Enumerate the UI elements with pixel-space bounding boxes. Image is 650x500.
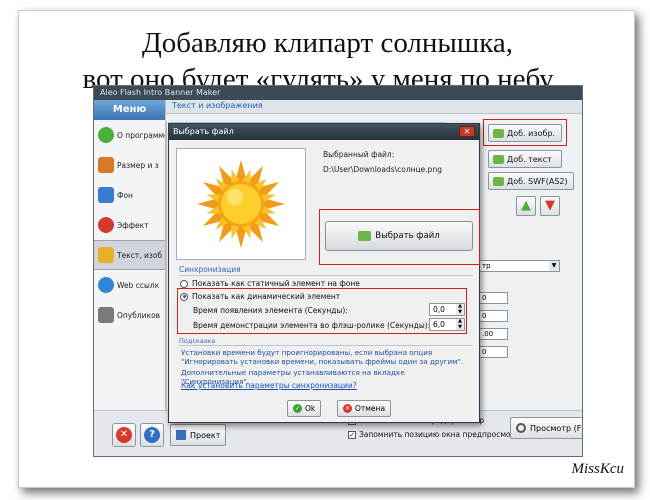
arrow-down-icon: ▼ (545, 198, 555, 213)
number-field-value: 0 (482, 294, 487, 302)
app-titlebar: Aleo Flash Intro Banner Maker (94, 86, 582, 100)
sidebar-item-label: О программе (117, 130, 165, 140)
tab-strip: Текст и изображения (166, 100, 582, 114)
sidebar-item-text-image[interactable]: Текст, изоб (94, 240, 165, 270)
sidebar: Меню О программе Размер и з Фон Эффект Т… (94, 100, 166, 410)
project-button[interactable]: Проект (170, 424, 227, 446)
dialog-title: Выбрать файл (173, 127, 234, 136)
select-file-dialog: Выбрать файл ✕ Выбранный файл: D:\User\D… (168, 123, 480, 423)
close-icon: ✕ (463, 127, 471, 136)
sidebar-item-size[interactable]: Размер и з (94, 150, 165, 180)
sync-section-header: Синхронизация (179, 265, 241, 274)
add-text-label: Доб. текст (507, 154, 552, 164)
tab-text-images[interactable]: Текст и изображения (172, 101, 263, 110)
property-combo-value: тр (482, 262, 491, 270)
hint-text-1: Установки времени будут проигнорированы,… (181, 348, 464, 366)
highlight-frame (319, 209, 480, 265)
web-link-icon (98, 277, 114, 293)
cancel-label: Отмена (355, 404, 386, 413)
sidebar-item-label: Опубликов (117, 310, 161, 320)
property-combo[interactable]: тр ▼ (478, 260, 560, 272)
help-icon: ? (144, 427, 160, 443)
checkbox-checked-icon: ✓ (348, 430, 356, 439)
chevron-down-icon: ▼ (549, 261, 559, 271)
close-app-button[interactable]: ✕ (112, 423, 136, 447)
author-signature: MissKcu (571, 461, 625, 477)
info-icon (98, 127, 114, 143)
publish-icon (98, 307, 114, 323)
effect-icon (98, 217, 114, 233)
preview-label: Просмотр (F9) (530, 423, 582, 433)
number-field-value: .00 (482, 330, 494, 338)
number-field-value: 0 (482, 312, 487, 320)
size-icon (98, 157, 114, 173)
number-field-2[interactable]: 0 (478, 310, 508, 322)
sidebar-item-label: Текст, изоб (117, 250, 163, 260)
number-field-1[interactable]: 0 (478, 292, 508, 304)
sidebar-item-effect[interactable]: Эффект (94, 210, 165, 240)
project-label: Проект (190, 430, 221, 440)
number-field-value: 0 (482, 348, 487, 356)
divider (179, 345, 473, 346)
caption-line-1: Добавляю клипарт солнышка, (141, 27, 514, 59)
highlight-frame (177, 288, 467, 334)
remember-position-label: Запомнить позицию окна предпросмотра (359, 430, 525, 439)
sidebar-item-about[interactable]: О программе (94, 120, 165, 150)
floppy-icon (176, 430, 186, 440)
add-swf-label: Доб. SWF(AS2) (507, 176, 568, 186)
check-icon: ✓ (293, 404, 302, 413)
dialog-close-button[interactable]: ✕ (459, 126, 475, 137)
remember-position-checkbox[interactable]: ✓ Запомнить позицию окна предпросмотра (348, 430, 524, 439)
sidebar-item-label: Размер и з (117, 160, 159, 170)
radio-static[interactable]: Показать как статичный элемент на фоне (180, 279, 360, 288)
sync-help-link[interactable]: Как установить параметры синхронизации? (181, 381, 357, 390)
sun-image (197, 160, 285, 248)
ok-button[interactable]: ✓ Ok (287, 400, 322, 417)
add-swf-button[interactable]: Доб. SWF(AS2) (488, 172, 574, 190)
background-icon (98, 187, 114, 203)
hint-section-header: Подсказка (179, 337, 216, 345)
radio-static-label: Показать как статичный элемент на фоне (192, 279, 360, 288)
sidebar-item-background[interactable]: Фон (94, 180, 165, 210)
move-up-button[interactable]: ▲ (516, 196, 536, 216)
sidebar-item-label: Эффект (117, 220, 149, 230)
sidebar-item-label: Фон (117, 190, 133, 200)
number-field-3[interactable]: .00 (478, 328, 508, 340)
close-icon: ✕ (116, 427, 132, 443)
divider (179, 275, 473, 276)
add-text-button[interactable]: Доб. текст (488, 150, 562, 168)
ok-label: Ok (305, 404, 316, 413)
image-preview (176, 148, 306, 260)
number-field-4[interactable]: 0 (478, 346, 508, 358)
magnifier-icon (516, 423, 526, 433)
selected-file-path: D:\User\Downloads\солнце.png (323, 165, 442, 174)
help-button[interactable]: ? (140, 423, 164, 447)
cancel-button[interactable]: ✕ Отмена (337, 400, 392, 417)
sidebar-item-web-link[interactable]: Web ссылк (94, 270, 165, 300)
move-down-button[interactable]: ▼ (540, 196, 560, 216)
selected-file-label: Выбранный файл: (323, 150, 395, 159)
text-image-icon (98, 247, 114, 263)
cancel-icon: ✕ (343, 404, 352, 413)
menu-header: Меню (94, 100, 165, 120)
radio-unselected-icon (180, 279, 188, 288)
arrow-up-icon: ▲ (521, 198, 531, 213)
highlight-frame (483, 119, 567, 146)
dialog-titlebar: Выбрать файл ✕ (169, 124, 479, 140)
sidebar-item-publish[interactable]: Опубликов (94, 300, 165, 330)
preview-button[interactable]: Просмотр (F9) (510, 417, 582, 439)
add-text-icon (493, 154, 504, 164)
add-swf-icon (493, 176, 504, 186)
sidebar-item-label: Web ссылк (117, 280, 160, 290)
